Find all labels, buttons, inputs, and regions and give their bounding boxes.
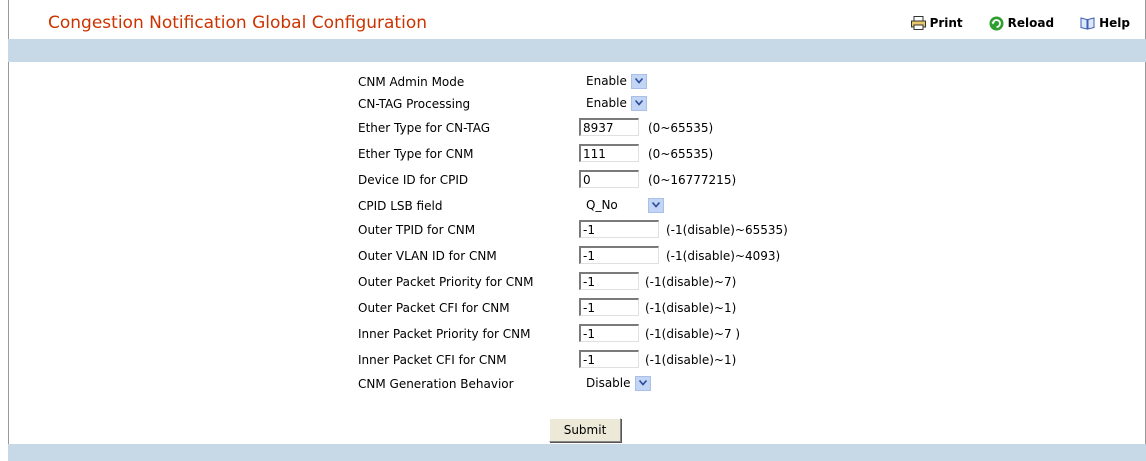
reload-button[interactable]: Reload [989, 16, 1055, 31]
field-label: Ether Type for CNM [358, 147, 474, 161]
inner-packet-cfi-cnm-input[interactable] [579, 350, 639, 368]
row-cpid-lsb-field: CPID LSB field Q_No [358, 196, 878, 218]
cnm-generation-behavior-select[interactable]: Disable [586, 374, 651, 392]
outer-packet-cfi-cnm-input[interactable] [579, 298, 639, 316]
row-inner-packet-priority-cnm: Inner Packet Priority for CNM (-1(disabl… [358, 324, 878, 346]
field-label: CNM Generation Behavior [358, 377, 514, 391]
row-outer-vlan-id-cnm: Outer VLAN ID for CNM (-1(disable)~4093) [358, 246, 878, 268]
print-button[interactable]: Print [910, 16, 963, 30]
printer-icon [910, 16, 926, 30]
range-hint: (-1(disable)~4093) [666, 249, 781, 263]
select-value: Q_No [586, 198, 618, 212]
range-hint: (-1(disable)~1) [645, 353, 737, 367]
row-device-id-cpid: Device ID for CPID (0~16777215) [358, 170, 878, 192]
row-outer-packet-priority-cnm: Outer Packet Priority for CNM (-1(disabl… [358, 272, 878, 294]
range-hint: (-1(disable)~7 ) [645, 327, 741, 341]
footer-band [8, 444, 1146, 461]
toolbar: Print Reload Help [910, 16, 1130, 31]
page-title: Congestion Notification Global Configura… [48, 13, 427, 33]
outer-packet-priority-cnm-input[interactable] [579, 272, 639, 290]
field-label: CPID LSB field [358, 199, 443, 213]
chevron-down-icon [630, 73, 647, 89]
row-outer-tpid-cnm: Outer TPID for CNM (-1(disable)~65535) [358, 220, 878, 242]
range-hint: (0~16777215) [648, 173, 737, 187]
select-value: Disable [586, 376, 631, 390]
inner-packet-priority-cnm-input[interactable] [579, 324, 639, 342]
field-label: CNM Admin Mode [358, 75, 465, 89]
reload-icon [989, 16, 1004, 31]
help-button[interactable]: Help [1080, 16, 1130, 30]
row-cnm-generation-behavior: CNM Generation Behavior Disable [358, 374, 878, 396]
chevron-down-icon [630, 95, 647, 111]
row-outer-packet-cfi-cnm: Outer Packet CFI for CNM (-1(disable)~1) [358, 298, 878, 320]
field-label: Outer Packet CFI for CNM [358, 301, 510, 315]
row-cnm-admin-mode: CNM Admin Mode Enable [358, 72, 878, 94]
cn-tag-processing-select[interactable]: Enable [586, 94, 647, 112]
field-label: Inner Packet CFI for CNM [358, 353, 507, 367]
outer-vlan-id-cnm-input[interactable] [579, 246, 659, 264]
cnm-admin-mode-select[interactable]: Enable [586, 72, 647, 90]
field-label: Device ID for CPID [358, 173, 469, 187]
select-value: Enable [586, 96, 627, 110]
field-label: Inner Packet Priority for CNM [358, 327, 531, 341]
field-label: Ether Type for CN-TAG [358, 121, 490, 135]
select-value: Enable [586, 74, 627, 88]
field-label: Outer Packet Priority for CNM [358, 275, 534, 289]
cpid-lsb-field-select[interactable]: Q_No [586, 196, 664, 214]
row-cn-tag-processing: CN-TAG Processing Enable [358, 94, 878, 116]
help-label: Help [1099, 16, 1130, 30]
field-label: Outer TPID for CNM [358, 223, 476, 237]
device-id-cpid-input[interactable] [579, 170, 639, 188]
print-label: Print [929, 16, 963, 30]
submit-button[interactable]: Submit [549, 418, 621, 442]
field-label: Outer VLAN ID for CNM [358, 249, 497, 263]
field-label: CN-TAG Processing [358, 97, 471, 111]
range-hint: (-1(disable)~7) [645, 275, 737, 289]
row-ether-type-cn-tag: Ether Type for CN-TAG (0~65535) [358, 118, 878, 140]
help-book-icon [1080, 16, 1095, 30]
outer-tpid-cnm-input[interactable] [579, 220, 659, 238]
range-hint: (-1(disable)~65535) [666, 223, 788, 237]
range-hint: (0~65535) [648, 121, 714, 135]
chevron-down-icon [634, 375, 651, 391]
header-band [8, 39, 1146, 62]
reload-label: Reload [1007, 16, 1055, 30]
row-inner-packet-cfi-cnm: Inner Packet CFI for CNM (-1(disable)~1) [358, 350, 878, 372]
range-hint: (0~65535) [648, 147, 714, 161]
row-ether-type-cnm: Ether Type for CNM (0~65535) [358, 144, 878, 166]
ether-type-cnm-input[interactable] [579, 144, 639, 162]
chevron-down-icon [648, 197, 664, 213]
title-bar: Congestion Notification Global Configura… [8, 0, 1146, 39]
range-hint: (-1(disable)~1) [645, 301, 737, 315]
ether-type-cn-tag-input[interactable] [579, 118, 639, 136]
